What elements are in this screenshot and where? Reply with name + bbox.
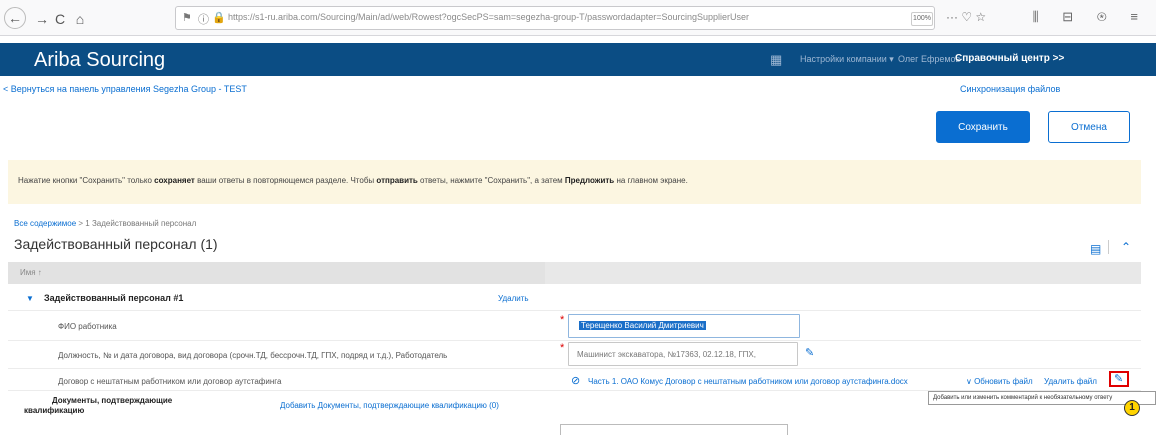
- back-to-dashboard-link[interactable]: < Вернуться на панель управления Segezha…: [3, 84, 247, 94]
- table-row: Документы, подтверждающие квалификацию Д…: [8, 391, 1141, 421]
- fio-label: ФИО работника: [58, 322, 117, 331]
- divider: [1108, 240, 1109, 254]
- docs-label-line1: Документы, подтверждающие: [52, 396, 173, 405]
- address-bar[interactable]: ⚑ ⓘ 🔒 https://s1-ru.ariba.com/Sourcing/M…: [175, 6, 986, 30]
- forward-arrow-icon[interactable]: →: [32, 9, 52, 29]
- save-button[interactable]: Сохранить: [936, 111, 1030, 143]
- collapse-caret-icon[interactable]: ▼: [26, 294, 34, 303]
- page-title: Задействованный персонал (1): [14, 236, 218, 252]
- comment-icon[interactable]: ✎: [805, 346, 814, 359]
- breadcrumb-current: 1 Задействованный персонал: [85, 219, 197, 228]
- library-icon[interactable]: ⫼ ⊟ ⊛ ≡: [1033, 9, 1148, 25]
- breadcrumb: Все содержимое > 1 Задействованный персо…: [14, 219, 197, 228]
- group-title: Задействованный персонал #1: [44, 293, 184, 303]
- reload-icon[interactable]: C: [50, 9, 70, 29]
- back-arrow-icon[interactable]: ←: [4, 7, 26, 29]
- contract-value: Машинист экскаватора, №17363, 02.12.18, …: [577, 350, 756, 359]
- table-row: Договор с нештатным работником или догов…: [8, 369, 1141, 391]
- group-row: ▼ Задействованный персонал #1 Удалить: [8, 285, 1141, 311]
- required-marker: *: [560, 342, 565, 354]
- add-documents-link[interactable]: Добавить Документы, подтверждающие квали…: [280, 401, 499, 410]
- attachment-icon: ⊘: [571, 375, 581, 387]
- user-menu[interactable]: Олег Ефремов: [898, 54, 960, 64]
- name-column-header[interactable]: Имя ↑: [8, 262, 545, 284]
- info-banner: Нажатие кнопки "Сохранить" только сохран…: [8, 160, 1141, 204]
- sync-files-link[interactable]: Синхронизация файлов: [960, 84, 1060, 94]
- zoom-level[interactable]: 100%: [911, 12, 933, 26]
- help-center-link[interactable]: Справочный центр >>: [955, 53, 1064, 64]
- docs-label-line2: квалификацию: [24, 406, 85, 415]
- contract-label: Должность, № и дата договора, вид догово…: [58, 351, 448, 360]
- info-icon[interactable]: ⓘ: [198, 11, 209, 27]
- apps-grid-icon[interactable]: ▦: [770, 52, 782, 68]
- table-options-icon[interactable]: ▤: [1090, 242, 1101, 256]
- attached-file-link[interactable]: Часть 1. ОАО Комус Договор с нештатным р…: [588, 377, 908, 386]
- contract-input[interactable]: Машинист экскаватора, №17363, 02.12.18, …: [568, 342, 798, 366]
- cancel-button[interactable]: Отмена: [1048, 111, 1130, 143]
- breadcrumb-root-link[interactable]: Все содержимое: [14, 219, 76, 228]
- delete-group-link[interactable]: Удалить: [498, 294, 529, 303]
- name-column-label: Имя ↑: [20, 268, 42, 277]
- next-input[interactable]: [560, 424, 788, 435]
- outsource-label: Договор с нештатным работником или догов…: [58, 377, 282, 386]
- fio-value: Терещенко Василий Дмитриевич: [579, 321, 706, 330]
- lock-icon: 🔒: [212, 12, 226, 24]
- banner-text: Нажатие кнопки "Сохранить" только сохран…: [18, 176, 688, 185]
- page-actions-icon[interactable]: ··· ♡ ☆: [946, 10, 986, 24]
- app-title: Ariba Sourcing: [34, 49, 166, 71]
- highlight-box: [1109, 371, 1129, 387]
- home-icon[interactable]: ⌂: [70, 9, 90, 29]
- url-text: https://s1-ru.ariba.com/Sourcing/Main/ad…: [228, 12, 750, 22]
- table-row: Должность, № и дата договора, вид догово…: [8, 341, 1141, 369]
- shield-icon: ⚑: [182, 12, 192, 24]
- app-header: Ariba Sourcing ▦ Настройки компании ▾ Ол…: [0, 43, 1156, 76]
- delete-file-link[interactable]: Удалить файл: [1044, 377, 1097, 386]
- required-marker: *: [560, 314, 565, 326]
- fio-input[interactable]: Терещенко Василий Дмитриевич: [568, 314, 800, 338]
- table-header: Имя ↑: [8, 262, 1141, 284]
- collapse-icon[interactable]: ⌃: [1121, 240, 1131, 254]
- company-settings-menu[interactable]: Настройки компании ▾: [800, 54, 894, 65]
- browser-toolbar: ← → C ⌂ ⚑ ⓘ 🔒 https://s1-ru.ariba.com/So…: [0, 0, 1156, 36]
- table-row: ФИО работника * Терещенко Василий Дмитри…: [8, 311, 1141, 341]
- update-file-link[interactable]: ∨ Обновить файл: [966, 377, 1033, 386]
